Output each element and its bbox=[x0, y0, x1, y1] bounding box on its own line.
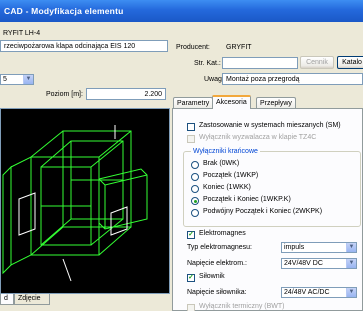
element-type-value: 5 bbox=[3, 76, 7, 83]
element-type-select[interactable]: 5 ▼ bbox=[0, 74, 34, 85]
actuator-label: Siłownik bbox=[199, 273, 225, 280]
chevron-down-icon[interactable]: ▼ bbox=[346, 243, 356, 252]
catalog-button[interactable]: Katalo bbox=[337, 56, 363, 69]
electromagnet-type-label: Typ elektromagnesu: bbox=[187, 244, 252, 251]
thermal-switch-label: Wyłącznik termiczny (BWT) bbox=[199, 303, 285, 310]
electromagnet-label: Elektromagnes bbox=[199, 230, 246, 237]
chevron-down-icon[interactable]: ▼ bbox=[346, 288, 356, 297]
dialog-window: CAD - Modyfikacja elementu RYFIT LH-4 rz… bbox=[0, 0, 363, 311]
element-name: RYFIT LH-4 bbox=[0, 28, 70, 40]
electromagnet-voltage-value: 24V/48V DC bbox=[284, 260, 323, 267]
mixed-systems-checkbox[interactable] bbox=[187, 123, 195, 131]
chevron-down-icon[interactable]: ▼ bbox=[346, 259, 356, 268]
actuator-voltage-select[interactable]: 24/48V AC/DC ▼ bbox=[281, 287, 357, 298]
catalog-label: Str. Kat.: bbox=[194, 60, 221, 67]
catalog-input[interactable] bbox=[222, 57, 298, 69]
tab-view-d[interactable]: d bbox=[0, 294, 14, 305]
trigger-switch-checkbox bbox=[187, 135, 195, 143]
title-bar: CAD - Modyfikacja elementu bbox=[0, 0, 363, 22]
electromagnet-type-value: impuls bbox=[284, 244, 305, 251]
chevron-down-icon[interactable]: ▼ bbox=[23, 75, 33, 84]
radio-start[interactable] bbox=[191, 173, 199, 181]
tab-accessories[interactable]: Akcesoria bbox=[212, 95, 251, 109]
radio-double-start-end[interactable] bbox=[191, 209, 199, 217]
electromagnet-voltage-select[interactable]: 24V/48V DC ▼ bbox=[281, 258, 357, 269]
level-label: Poziom [m]: bbox=[46, 91, 83, 98]
element-description-field[interactable]: rzeciwpożarowa klapa odcinająca EIS 120 bbox=[0, 40, 168, 52]
electromagnet-voltage-label: Napięcie elektrom.: bbox=[187, 260, 247, 267]
accessories-panel: Zastosowanie w systemach mieszanych (SM)… bbox=[172, 108, 363, 311]
electromagnet-type-select[interactable]: impuls ▼ bbox=[281, 242, 357, 253]
actuator-voltage-label: Napięcie siłownika: bbox=[187, 289, 247, 296]
radio-start-end-label: Początek i Koniec (1WKP.K) bbox=[203, 196, 291, 203]
mixed-systems-label: Zastosowanie w systemach mieszanych (SM) bbox=[199, 122, 341, 129]
radio-no-switch-label: Brak (0WK) bbox=[203, 160, 240, 167]
actuator-voltage-value: 24/48V AC/DC bbox=[284, 289, 330, 296]
price-list-button[interactable]: Cennik bbox=[300, 56, 334, 69]
radio-end-label: Koniec (1WKK) bbox=[203, 184, 251, 191]
radio-no-switch[interactable] bbox=[191, 161, 199, 169]
radio-start-end[interactable] bbox=[191, 197, 199, 205]
electromagnet-checkbox[interactable]: ✓ bbox=[187, 231, 195, 239]
producer-value: GRYFIT bbox=[226, 44, 252, 51]
radio-start-label: Początek (1WKP) bbox=[203, 172, 259, 179]
level-input[interactable]: 2.200 bbox=[86, 88, 166, 100]
trigger-switch-label: Wyłącznik wyzwalacza w klapie TZ4C bbox=[199, 134, 317, 141]
radio-double-start-end-label: Podwójny Początek i Koniec (2WKPK) bbox=[203, 208, 323, 215]
radio-end[interactable] bbox=[191, 185, 199, 193]
thermal-switch-checkbox bbox=[187, 304, 195, 311]
damper-wireframe-drawing bbox=[2, 125, 148, 282]
window-title: CAD - Modyfikacja elementu bbox=[4, 6, 124, 16]
3d-preview-viewport[interactable] bbox=[0, 108, 170, 294]
actuator-checkbox[interactable]: ✓ bbox=[187, 274, 195, 282]
producer-label: Producent: bbox=[176, 44, 210, 51]
notes-input[interactable]: Montaż poza przegrodą bbox=[222, 73, 363, 85]
limit-switches-title: Wyłączniki krańcowe bbox=[191, 148, 260, 155]
tab-photo[interactable]: Zdjęcie bbox=[14, 294, 50, 305]
